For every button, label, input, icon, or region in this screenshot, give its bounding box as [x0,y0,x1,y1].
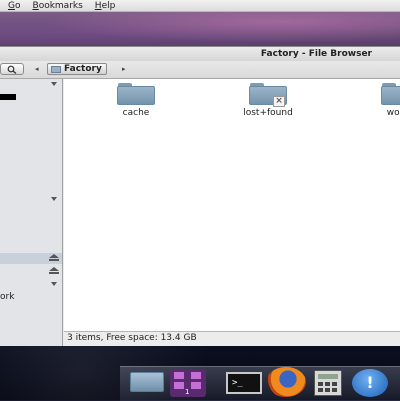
back-arrow-icon[interactable]: ◂ [35,65,39,73]
eject-icon[interactable] [49,254,59,262]
dock-file-browser-icon[interactable] [130,372,164,392]
folder-icon [381,83,400,105]
sidebar-item-redacted[interactable] [0,94,16,100]
location-breadcrumb[interactable]: Factory [47,63,107,75]
search-button[interactable] [0,63,24,75]
file-browser-window: Factory - File Browser ◂ Factory ▸ ork c… [0,46,400,347]
eject-icon[interactable] [49,267,59,275]
window-title[interactable]: Factory - File Browser [0,47,400,61]
sidebar-item-label[interactable]: ork [0,292,14,302]
file-item-cache[interactable]: cache [96,83,176,118]
collapse-arrow-icon[interactable] [51,282,57,286]
sidebar: ork [0,79,63,347]
toolbar: ◂ Factory ▸ [0,61,400,79]
file-view: cache × lost+found works [64,79,400,331]
collapse-arrow-icon[interactable] [51,197,57,201]
file-name: works [386,108,400,118]
menu-bar: Go Bookmarks Help [0,0,400,12]
forward-arrow-icon[interactable]: ▸ [122,65,126,73]
menu-help[interactable]: Help [95,1,116,11]
menu-go[interactable]: Go [8,1,21,11]
folder-icon [117,83,155,105]
collapse-arrow-icon[interactable] [51,82,57,86]
status-bar: 3 items, Free space: 13.4 GB [64,331,400,345]
dock-calculator-icon[interactable] [314,370,342,396]
desktop-wallpaper-top [0,12,400,46]
drive-icon [51,66,61,73]
file-name: lost+found [243,108,293,118]
dock-terminal-icon[interactable]: >_ [226,372,262,394]
dock-help-icon[interactable]: ! [352,369,388,397]
menu-bookmarks[interactable]: Bookmarks [33,1,83,11]
dock-badge: 1 [185,388,190,396]
dock-firefox-icon[interactable] [266,367,306,397]
file-name: cache [122,108,150,118]
search-icon [7,65,17,74]
file-item-lost-found[interactable]: × lost+found [228,83,308,118]
folder-restricted-icon: × [249,83,287,107]
file-item-works[interactable]: works [360,83,400,118]
breadcrumb-label: Factory [64,64,102,74]
